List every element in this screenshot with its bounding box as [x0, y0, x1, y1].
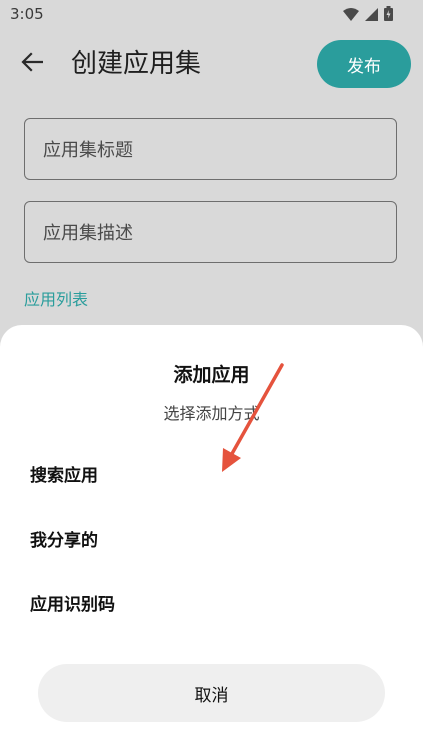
publish-button[interactable]: 发布 [317, 40, 411, 88]
option-my-shared[interactable]: 我分享的 [30, 518, 390, 558]
signal-icon [365, 6, 378, 25]
app-bar: 创建应用集 发布 [0, 28, 423, 100]
battery-icon [384, 6, 393, 25]
status-bar: 3:05 [0, 0, 423, 28]
add-app-bottom-sheet: 添加应用 选择添加方式 搜索应用 我分享的 应用识别码 取消 [0, 325, 423, 752]
app-set-title-field[interactable]: 应用集标题 [24, 118, 397, 180]
back-button[interactable] [14, 46, 50, 82]
app-list-label: 应用列表 [24, 290, 89, 309]
app-set-description-placeholder: 应用集描述 [43, 223, 133, 244]
app-set-title-placeholder: 应用集标题 [43, 140, 133, 161]
app-set-description-field[interactable]: 应用集描述 [24, 201, 397, 263]
option-search-app[interactable]: 搜索应用 [30, 453, 390, 493]
sheet-title: 添加应用 [173, 364, 250, 386]
status-time: 3:05 [10, 5, 44, 23]
wifi-icon [343, 6, 359, 25]
status-icons [343, 6, 393, 25]
cancel-button[interactable]: 取消 [38, 664, 385, 722]
arrow-left-icon [21, 52, 44, 76]
option-app-code[interactable]: 应用识别码 [30, 582, 390, 622]
sheet-subtitle: 选择添加方式 [163, 404, 260, 423]
page-title: 创建应用集 [71, 49, 202, 79]
